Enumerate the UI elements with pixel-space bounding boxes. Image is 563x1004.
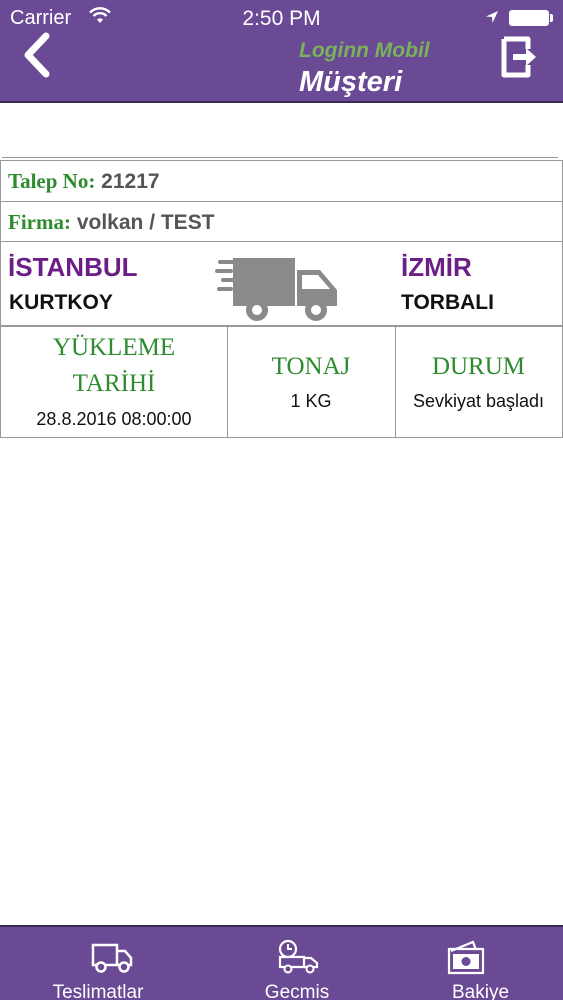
header-divider	[0, 101, 563, 103]
tab-history-label: Gecmis	[264, 982, 330, 1003]
brand-name: Loginn Mobil	[299, 39, 430, 62]
loading-date-value: 28.8.2016 08:00:00	[36, 409, 192, 429]
status-bar: Carrier 2:50 PM	[0, 0, 563, 38]
loading-date-cell: YÜKLEME TARİHİ 28.8.2016 08:00:00	[1, 326, 228, 437]
origin-city: İSTANBUL	[8, 252, 138, 282]
battery-tip	[550, 14, 553, 22]
chevron-left-icon	[24, 32, 50, 78]
back-button[interactable]	[18, 30, 58, 80]
request-number-label: Talep No:	[8, 169, 96, 193]
tab-history[interactable]: Gecmis	[196, 927, 398, 1003]
truck-icon	[91, 943, 133, 973]
request-number-value: 21217	[101, 170, 160, 193]
page-title: Müşteri	[299, 66, 403, 98]
company-value: volkan / TEST	[76, 211, 215, 234]
origin-district: KURTKOY	[9, 291, 113, 314]
loading-date-label-line2: TARİHİ	[72, 370, 156, 397]
location-arrow-icon	[486, 11, 498, 23]
details-row: YÜKLEME TARİHİ 28.8.2016 08:00:00 TONAJ …	[0, 325, 563, 438]
bottom-tab-bar: Teslimatlar Gecmis Bakiye	[0, 925, 563, 1003]
tab-deliveries[interactable]: Teslimatlar	[0, 927, 196, 1003]
company-row: Firma: volkan / TEST	[0, 201, 563, 242]
tab-deliveries-label: Teslimatlar	[52, 982, 144, 1003]
tonnage-cell: TONAJ 1 KG	[227, 326, 396, 437]
logout-button[interactable]	[500, 35, 540, 79]
status-label: DURUM	[431, 353, 526, 380]
logout-icon	[501, 36, 536, 78]
history-truck-icon	[278, 939, 319, 974]
destination-district: TORBALI	[401, 291, 494, 314]
tonnage-value: 1 KG	[290, 391, 332, 411]
status-cell: DURUM Sevkiyat başladı	[395, 326, 562, 437]
company-label: Firma:	[8, 210, 71, 234]
route-row: İSTANBUL KURTKOY İZMİR TORBALI	[0, 241, 563, 327]
battery-icon	[509, 10, 549, 26]
cash-icon	[447, 940, 485, 975]
status-value: Sevkiyat başladı	[412, 391, 545, 411]
clock: 2:50 PM	[242, 7, 321, 30]
delivery-truck-icon	[215, 258, 337, 321]
destination-city: İZMİR	[401, 252, 472, 282]
card-top-divider	[2, 157, 558, 158]
tonnage-label: TONAJ	[271, 353, 351, 380]
tab-balance[interactable]: Bakiye	[398, 927, 563, 1003]
tab-balance-label: Bakiye	[451, 982, 510, 1003]
loading-date-label-line1: YÜKLEME	[52, 334, 176, 361]
header-bar: Carrier 2:50 PM Loginn Mobil Müşteri	[0, 0, 563, 102]
request-number-row: Talep No: 21217	[0, 160, 563, 202]
